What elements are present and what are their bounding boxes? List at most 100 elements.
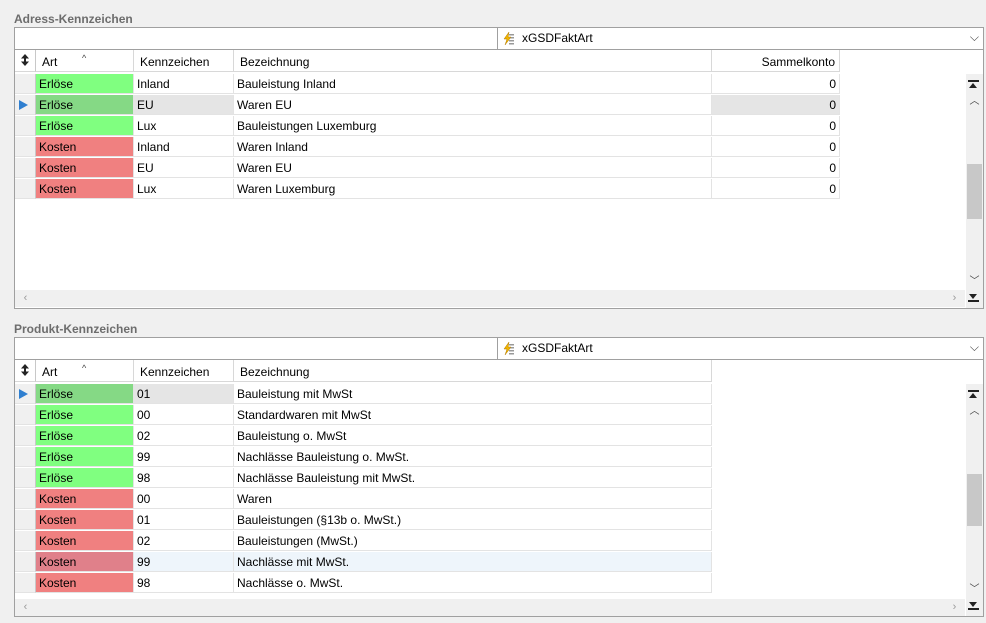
cell-bezeichnung[interactable]: Bauleistungen (MwSt.)	[234, 531, 712, 551]
cell-kennzeichen[interactable]: Lux	[134, 116, 234, 136]
column-header-bezeichnung[interactable]: Bezeichnung	[234, 50, 712, 72]
scroll-bottom-icon[interactable]	[966, 290, 983, 307]
row-selector[interactable]	[15, 95, 36, 115]
cell-art[interactable]: Erlöse	[36, 426, 134, 446]
cell-art[interactable]: Erlöse	[36, 95, 134, 115]
cell-kennzeichen[interactable]: Inland	[134, 74, 234, 94]
cell-bezeichnung[interactable]: Bauleistung o. MwSt	[234, 426, 712, 446]
cell-art[interactable]: Erlöse	[36, 116, 134, 136]
row-selector[interactable]	[15, 552, 36, 572]
cell-bezeichnung[interactable]: Nachlässe Bauleistung o. MwSt.	[234, 447, 712, 467]
column-header-art[interactable]: Art ^	[36, 360, 134, 382]
horizontal-scrollbar[interactable]: ‹ ›	[15, 290, 965, 307]
row-selector[interactable]	[15, 179, 36, 199]
row-selector[interactable]	[15, 426, 36, 446]
cell-bezeichnung[interactable]: Waren Luxemburg	[234, 179, 712, 199]
filter-combo[interactable]: xGSDFaktArt ⌵	[497, 28, 983, 49]
scroll-thumb[interactable]	[967, 474, 982, 526]
scroll-right-icon[interactable]: ›	[946, 290, 963, 307]
scroll-down-icon[interactable]: ﹀	[966, 581, 983, 598]
cell-art[interactable]: Erlöse	[36, 405, 134, 425]
column-header-bezeichnung[interactable]: Bezeichnung	[234, 360, 712, 382]
cell-bezeichnung[interactable]: Standardwaren mit MwSt	[234, 405, 712, 425]
column-header-kennzeichen[interactable]: Kennzeichen	[134, 50, 234, 72]
row-selector[interactable]	[15, 510, 36, 530]
cell-bezeichnung[interactable]: Bauleistung Inland	[234, 74, 712, 94]
cell-art[interactable]: Kosten	[36, 489, 134, 509]
scroll-down-icon[interactable]: ﹀	[966, 273, 983, 290]
scroll-thumb[interactable]	[967, 164, 982, 219]
cell-kennzeichen[interactable]: 01	[134, 384, 234, 404]
chevron-down-icon[interactable]: ⌵	[970, 340, 979, 355]
cell-sammelkonto[interactable]: 0	[712, 74, 840, 94]
cell-art[interactable]: Kosten	[36, 137, 134, 157]
chevron-down-icon[interactable]: ⌵	[970, 30, 979, 45]
cell-kennzeichen[interactable]: 02	[134, 531, 234, 551]
scroll-right-icon[interactable]: ›	[946, 599, 963, 616]
cell-sammelkonto[interactable]: 0	[712, 116, 840, 136]
cell-kennzeichen[interactable]: 98	[134, 573, 234, 593]
column-header-kennzeichen[interactable]: Kennzeichen	[134, 360, 234, 382]
cell-kennzeichen[interactable]: EU	[134, 158, 234, 178]
cell-kennzeichen[interactable]: 00	[134, 489, 234, 509]
row-selector[interactable]	[15, 74, 36, 94]
horizontal-scrollbar[interactable]: ‹ ›	[15, 599, 965, 616]
cell-bezeichnung[interactable]: Nachlässe o. MwSt.	[234, 573, 712, 593]
cell-kennzeichen[interactable]: 00	[134, 405, 234, 425]
row-selector[interactable]	[15, 573, 36, 593]
cell-art[interactable]: Kosten	[36, 573, 134, 593]
row-selector[interactable]	[15, 405, 36, 425]
cell-sammelkonto[interactable]: 0	[712, 95, 840, 115]
cell-kennzeichen[interactable]: Inland	[134, 137, 234, 157]
cell-art[interactable]: Kosten	[36, 179, 134, 199]
cell-bezeichnung[interactable]: Bauleistung mit MwSt	[234, 384, 712, 404]
cell-kennzeichen[interactable]: Lux	[134, 179, 234, 199]
cell-bezeichnung[interactable]: Bauleistungen (§13b o. MwSt.)	[234, 510, 712, 530]
row-selector[interactable]	[15, 468, 36, 488]
cell-kennzeichen[interactable]: 02	[134, 426, 234, 446]
cell-art[interactable]: Kosten	[36, 531, 134, 551]
vertical-scrollbar[interactable]: ︿ ﹀	[966, 74, 983, 308]
scroll-bottom-icon[interactable]	[966, 598, 983, 615]
row-selector[interactable]	[15, 137, 36, 157]
sort-updown-icon[interactable]	[18, 53, 32, 67]
cell-kennzeichen[interactable]: 99	[134, 447, 234, 467]
scroll-up-icon[interactable]: ︿	[966, 403, 983, 420]
cell-bezeichnung[interactable]: Waren EU	[234, 95, 712, 115]
row-selector[interactable]	[15, 158, 36, 178]
cell-art[interactable]: Erlöse	[36, 384, 134, 404]
scroll-top-icon[interactable]	[966, 386, 983, 403]
cell-art[interactable]: Kosten	[36, 158, 134, 178]
row-selector[interactable]	[15, 384, 36, 404]
cell-art[interactable]: Erlöse	[36, 74, 134, 94]
column-header-art[interactable]: Art ^	[36, 50, 134, 72]
row-selector[interactable]	[15, 116, 36, 136]
cell-sammelkonto[interactable]: 0	[712, 179, 840, 199]
sort-updown-icon[interactable]	[18, 363, 32, 377]
scroll-left-icon[interactable]: ‹	[17, 290, 34, 307]
row-selector[interactable]	[15, 489, 36, 509]
cell-art[interactable]: Erlöse	[36, 468, 134, 488]
cell-art[interactable]: Kosten	[36, 552, 134, 572]
vertical-scrollbar[interactable]: ︿ ﹀	[966, 384, 983, 616]
row-selector[interactable]	[15, 531, 36, 551]
cell-sammelkonto[interactable]: 0	[712, 158, 840, 178]
cell-kennzeichen[interactable]: 99	[134, 552, 234, 572]
cell-bezeichnung[interactable]: Bauleistungen Luxemburg	[234, 116, 712, 136]
cell-kennzeichen[interactable]: 98	[134, 468, 234, 488]
scroll-top-icon[interactable]	[966, 76, 983, 93]
cell-art[interactable]: Erlöse	[36, 447, 134, 467]
column-header-sammelkonto[interactable]: Sammelkonto	[712, 50, 840, 72]
cell-bezeichnung[interactable]: Waren Inland	[234, 137, 712, 157]
cell-kennzeichen[interactable]: EU	[134, 95, 234, 115]
cell-bezeichnung[interactable]: Waren EU	[234, 158, 712, 178]
scroll-up-icon[interactable]: ︿	[966, 93, 983, 110]
cell-bezeichnung[interactable]: Waren	[234, 489, 712, 509]
header-select-corner[interactable]	[15, 360, 36, 382]
filter-combo[interactable]: xGSDFaktArt ⌵	[497, 338, 983, 359]
cell-bezeichnung[interactable]: Nachlässe mit MwSt.	[234, 552, 712, 572]
cell-art[interactable]: Kosten	[36, 510, 134, 530]
cell-sammelkonto[interactable]: 0	[712, 137, 840, 157]
scroll-left-icon[interactable]: ‹	[17, 599, 34, 616]
cell-kennzeichen[interactable]: 01	[134, 510, 234, 530]
